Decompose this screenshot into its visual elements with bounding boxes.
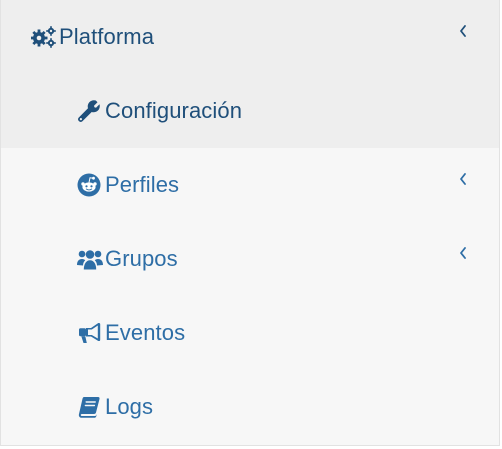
gears-icon — [31, 25, 59, 49]
sidebar-item-label: Platforma — [59, 24, 155, 49]
chevron-left-icon — [458, 24, 468, 38]
reddit-icon — [77, 173, 105, 197]
chevron-left-icon — [458, 246, 468, 260]
book-icon — [77, 395, 105, 419]
sidebar-item-configuracion[interactable]: Configuración — [1, 74, 499, 148]
bullhorn-icon — [77, 321, 105, 345]
sidebar-item-label: Configuración — [105, 98, 243, 123]
users-icon — [77, 247, 105, 271]
sidebar-menu: Platforma Configuración Perfiles Grupos … — [0, 0, 500, 446]
sidebar-item-label: Grupos — [105, 246, 178, 271]
wrench-icon — [77, 99, 105, 123]
sidebar-item-logs[interactable]: Logs — [1, 370, 499, 444]
sidebar-item-eventos[interactable]: Eventos — [1, 296, 499, 370]
sidebar-item-grupos[interactable]: Grupos — [1, 222, 499, 296]
sidebar-item-label: Eventos — [105, 320, 186, 345]
sidebar-item-platforma[interactable]: Platforma — [1, 0, 499, 74]
sidebar-item-label: Perfiles — [105, 172, 180, 197]
sidebar-item-label: Logs — [105, 394, 154, 419]
sidebar-item-perfiles[interactable]: Perfiles — [1, 148, 499, 222]
chevron-left-icon — [458, 172, 468, 186]
